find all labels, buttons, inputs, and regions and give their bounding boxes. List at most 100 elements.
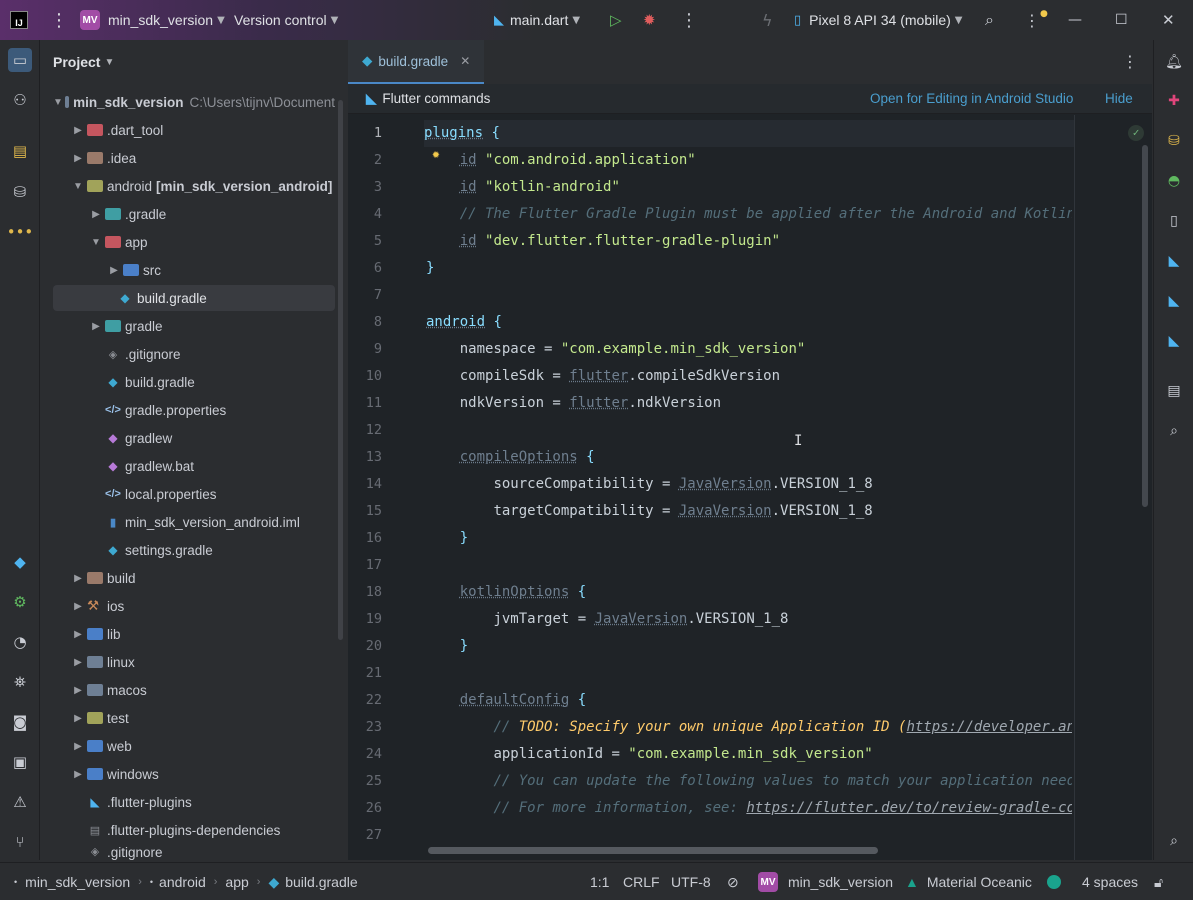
tree-item-web[interactable]: ▶ web [71,733,353,759]
project-tool-icon[interactable]: ▭ [8,48,32,72]
flutter-inspector-icon[interactable]: ◣ [1163,250,1185,272]
theme-color-dot[interactable] [1047,863,1061,900]
more-actions-icon[interactable]: ⋮ [680,0,698,40]
tree-item-android-iml[interactable]: ▮ min_sdk_version_android.iml [103,509,385,535]
tree-item-linux[interactable]: ▶ linux [71,649,353,675]
search-icon[interactable]: ⌕ [985,0,994,40]
main-menu-icon[interactable]: ⋮ [50,0,68,40]
tree-item-root[interactable]: ▼ min_sdk_version C:\Users\tijnv\Documen… [53,89,335,115]
run-icon[interactable]: ▷ [610,0,622,40]
code-line-15: targetCompatibility = JavaVersion.VERSIO… [493,503,873,519]
resource-manager-icon[interactable]: ▤ [8,139,32,163]
tree-item-gitignore[interactable]: ◈ .gitignore [103,341,385,367]
tree-item-windows[interactable]: ▶ windows [71,761,353,787]
device-selector[interactable]: ▯ Pixel 8 API 34 (mobile) ▼ [794,0,962,40]
chevron-down-icon: ▼ [330,14,339,26]
indent-setting[interactable]: 4 spaces [1082,863,1138,900]
code-line-3: id "kotlin-android" [459,179,620,195]
run-config-selector[interactable]: ◣ main.dart ▼ [494,0,580,40]
breadcrumb-android[interactable]: android [159,874,206,890]
file-encoding[interactable]: UTF-8 [671,863,711,900]
running-devices-icon[interactable]: ▤ [1163,380,1185,402]
project-indicator[interactable]: MV min_sdk_version [758,863,893,900]
app-logo[interactable]: IJ [10,0,28,40]
editor-horizontal-scrollbar[interactable] [428,847,878,854]
line-separator[interactable]: CRLF [623,863,660,900]
device-manager-icon[interactable]: ▯ [1163,210,1185,232]
project-panel-header[interactable]: Project ▼ [41,40,347,84]
tree-item-ios[interactable]: ▶ ⚒ ios [71,593,353,619]
tree-item-gradlew-bat[interactable]: ◆ gradlew.bat [103,453,385,479]
flutter-performance-icon[interactable]: ◣ [1163,330,1185,352]
tree-item-local-properties[interactable]: </> local.properties [103,481,385,507]
tree-item-android-gradle[interactable]: ▶ .gradle [89,201,371,227]
tree-item-gitignore-root[interactable]: ◈ .gitignore [85,845,367,860]
structure-tool-icon[interactable]: ⚇ [8,88,32,112]
debug-icon[interactable]: ✹ [643,0,656,40]
folder-icon [87,768,103,780]
git-icon[interactable]: ⑂ [8,830,32,854]
dart-analysis-icon[interactable]: ◆ [8,550,32,574]
caret-position[interactable]: 1:1 [590,863,609,900]
flutter-outline-icon[interactable]: ◣ [1163,290,1185,312]
breadcrumb-file[interactable]: build.gradle [285,874,357,890]
device-explorer-icon[interactable]: ⌕ [1163,420,1185,442]
tree-item-app-build-gradle[interactable]: ◆ build.gradle [53,285,335,311]
database-icon[interactable]: ⛁ [1163,130,1185,152]
tree-item-src[interactable]: ▶ src [107,257,389,283]
hide-banner-link[interactable]: Hide [1105,91,1133,106]
breadcrumb-project[interactable]: min_sdk_version [25,874,130,890]
problems-icon[interactable]: ⚠ [8,790,32,814]
chevron-right-icon: ▶ [74,712,82,724]
app-inspection-icon[interactable]: ⛯ [8,670,32,694]
tree-item-settings-gradle[interactable]: ◆ settings.gradle [103,537,385,563]
code-editor[interactable]: 1 2 3 4 5 6 7 8 9 10 11 12 13 14 15 16 17 18 19 20 21 22 23 24 2… [348,115,1152,860]
breadcrumb-app[interactable]: app [225,874,248,890]
close-icon[interactable]: ✕ [460,54,470,68]
tree-item-macos[interactable]: ▶ macos [71,677,353,703]
logcat-icon[interactable]: ◙ [8,710,32,734]
close-button[interactable]: ✕ [1162,0,1175,40]
tree-item-app[interactable]: ▼ app [89,229,371,255]
chevron-down-icon: ▼ [104,56,115,68]
chevron-right-icon: ▶ [74,124,82,136]
services-icon[interactable]: ⚙ [8,590,32,614]
open-in-android-studio-link[interactable]: Open for Editing in Android Studio [870,91,1073,106]
tree-item-build-gradle[interactable]: ◆ build.gradle [103,369,385,395]
minimize-button[interactable]: — [1068,0,1082,40]
tree-item-build[interactable]: ▶ build [71,565,353,591]
gemini-icon[interactable]: ✚ [1163,90,1185,112]
tree-item-lib[interactable]: ▶ lib [71,621,353,647]
maximize-button[interactable]: ☐ [1115,0,1128,40]
notifications-icon[interactable]: 🔔︎ [1163,51,1185,73]
profiler-icon[interactable]: ◔ [8,630,32,654]
tab-options-icon[interactable]: ⋮ [1122,52,1138,71]
theme-indicator[interactable]: ▲ Material Oceanic [905,863,1032,900]
more-tools-icon[interactable]: ••• [7,220,34,244]
android-icon[interactable]: ◓ [1163,170,1185,192]
status-bar: • min_sdk_version › • android › app › ◆ … [0,862,1193,900]
vcs-menu[interactable]: Version control ▼ [234,0,338,40]
tree-item-dart-tool[interactable]: ▶ .dart_tool [71,117,353,143]
project-switcher[interactable]: MV min_sdk_version ▼ [80,0,225,40]
hot-reload-icon[interactable]: ϟ [762,0,773,40]
tree-item-flutter-plugins-dependencies[interactable]: ▤ .flutter-plugins-dependencies [85,817,367,843]
tree-item-idea[interactable]: ▶ .idea [71,145,353,171]
updates-icon[interactable]: ⋮ ● [1024,0,1048,40]
terminal-icon[interactable]: ▣ [8,750,32,774]
read-only-icon[interactable]: ⊘ [727,863,739,900]
lightbulb-icon[interactable]: ✹ [432,147,440,162]
lock-icon[interactable]: 🔓︎ [1154,863,1163,900]
commit-tool-icon[interactable]: ⛁ [8,180,32,204]
tree-item-flutter-plugins[interactable]: ◣ .flutter-plugins [85,789,367,815]
editor-vertical-scrollbar[interactable] [1142,145,1148,507]
tree-item-gradle-properties[interactable]: </> gradle.properties [103,397,385,423]
tab-build-gradle[interactable]: ◆ build.gradle ✕ [348,40,485,84]
tree-item-gradlew[interactable]: ◆ gradlew [103,425,385,451]
inspection-ok-icon[interactable]: ✓ [1128,125,1144,141]
tree-item-gradle[interactable]: ▶ gradle [89,313,371,339]
chevron-right-icon: ▶ [74,740,82,752]
tree-item-test[interactable]: ▶ test [71,705,353,731]
layout-inspector-icon[interactable]: ⌕ [1163,830,1185,852]
tree-item-android[interactable]: ▼ android [min_sdk_version_android] [71,173,353,199]
